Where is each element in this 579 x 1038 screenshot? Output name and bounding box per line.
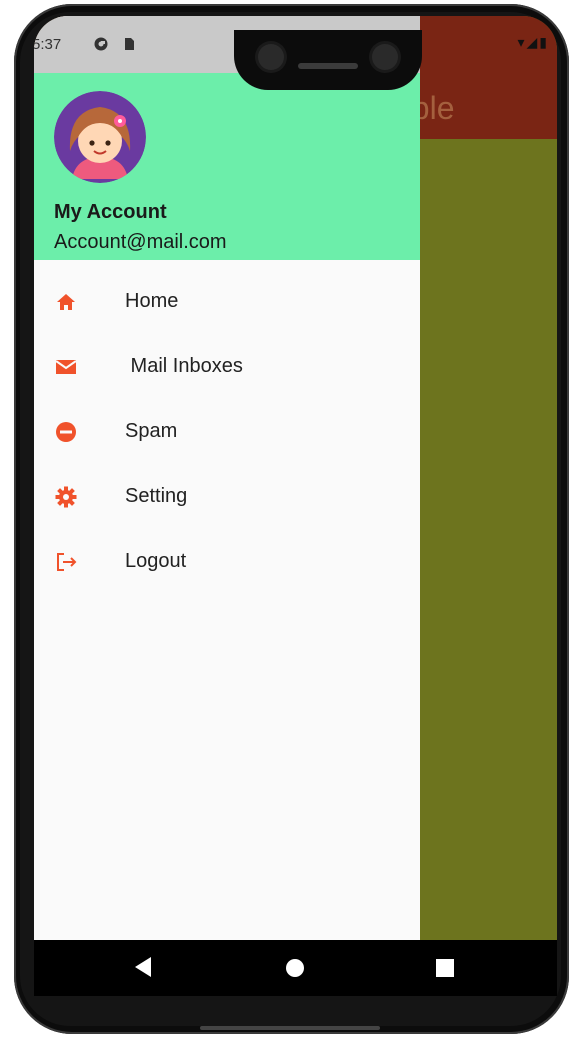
menu-item-mail-inboxes[interactable]: Mail Inboxes bbox=[34, 335, 420, 400]
menu-item-label: Mail Inboxes bbox=[125, 355, 243, 377]
drawer-header: My Account Account@mail.com bbox=[34, 73, 420, 260]
navigation-drawer: 5:37 My Account Account@mail.com Home Ma… bbox=[34, 16, 420, 940]
phone-chin bbox=[200, 1026, 380, 1030]
spam-icon bbox=[56, 422, 76, 442]
logout-icon bbox=[57, 553, 77, 571]
menu-item-setting[interactable]: Setting bbox=[34, 465, 420, 530]
menu-item-label: Logout bbox=[125, 550, 187, 572]
menu-item-label: Home bbox=[125, 290, 179, 312]
settings-gear-icon bbox=[55, 486, 77, 508]
back-icon[interactable] bbox=[135, 957, 151, 977]
camera-notch bbox=[234, 30, 422, 90]
front-camera-icon bbox=[258, 44, 284, 70]
drawer-menu: Home Mail Inboxes Spam Setting Logout bbox=[34, 270, 420, 595]
speaker-grille bbox=[298, 63, 358, 69]
menu-item-home[interactable]: Home bbox=[34, 270, 420, 335]
sd-card-icon bbox=[125, 38, 134, 50]
screen: ▾◢▮ nple 5:37 My Account Account@mail.co… bbox=[34, 16, 557, 940]
navigation-bar bbox=[34, 940, 557, 996]
avatar[interactable] bbox=[54, 91, 146, 183]
mail-icon bbox=[55, 360, 77, 374]
menu-item-spam[interactable]: Spam bbox=[34, 400, 420, 465]
menu-item-logout[interactable]: Logout bbox=[34, 530, 420, 595]
signal-battery-icons: ▾◢▮ bbox=[517, 34, 549, 50]
menu-item-label: Setting bbox=[125, 485, 188, 507]
status-time: 5:37 bbox=[34, 36, 62, 53]
recents-icon[interactable] bbox=[436, 959, 454, 977]
home-button-icon[interactable] bbox=[286, 959, 304, 977]
drawer-scrim[interactable] bbox=[420, 139, 557, 940]
girl-avatar-icon bbox=[54, 91, 146, 183]
front-camera-icon bbox=[372, 44, 398, 70]
home-icon bbox=[57, 294, 75, 310]
menu-item-label: Spam bbox=[125, 420, 178, 442]
notification-icon bbox=[94, 37, 108, 51]
account-name: My Account bbox=[54, 201, 167, 223]
account-email: Account@mail.com bbox=[54, 231, 227, 253]
